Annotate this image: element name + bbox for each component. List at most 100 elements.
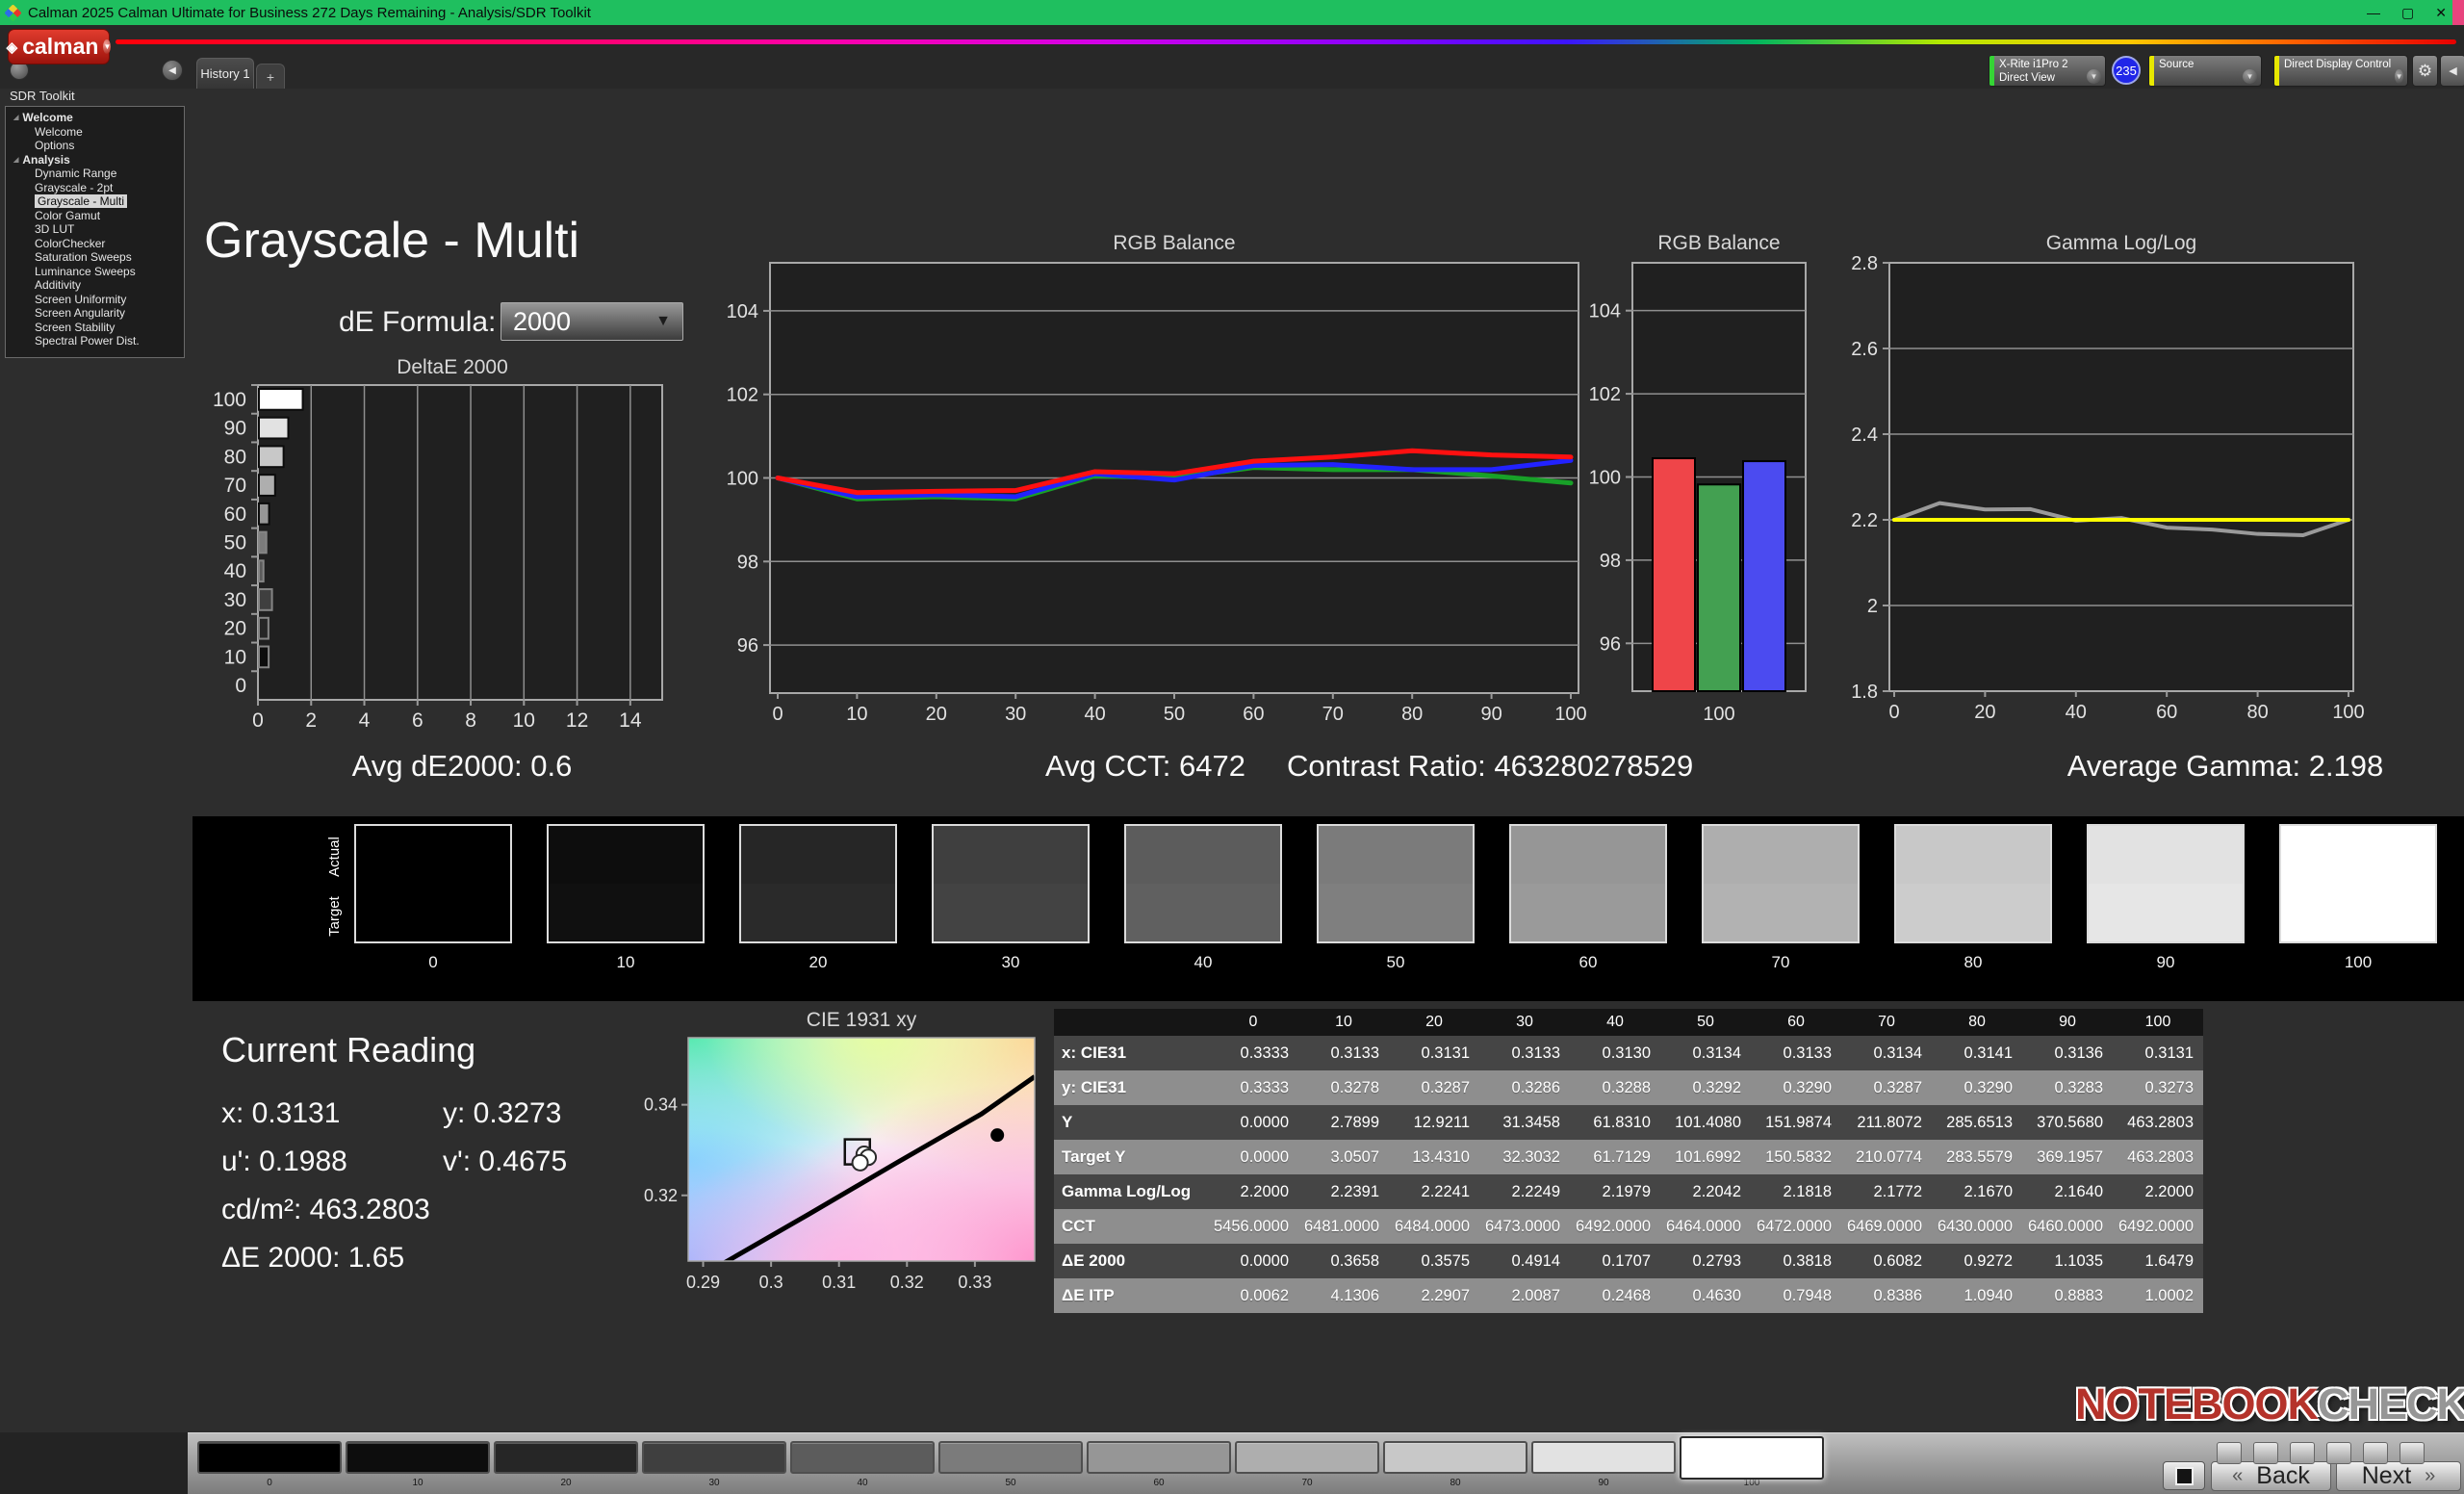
- pattern-button-40[interactable]: [790, 1441, 935, 1474]
- table-col-header: 10: [1298, 1009, 1389, 1036]
- sidebar-item-saturation-sweeps[interactable]: Saturation Sweeps: [6, 250, 184, 265]
- svg-text:2: 2: [1867, 596, 1878, 617]
- patch-target: [1704, 884, 1858, 941]
- pattern-button-60[interactable]: [1087, 1441, 1231, 1474]
- pattern-button-80[interactable]: [1383, 1441, 1527, 1474]
- tab-history-1[interactable]: History 1: [196, 58, 254, 89]
- svg-text:DeltaE 2000: DeltaE 2000: [397, 356, 508, 378]
- sidebar-item-label: Color Gamut: [35, 209, 100, 222]
- table-cell: 0.3658: [1298, 1244, 1389, 1278]
- sidebar-item-additivity[interactable]: Additivity: [6, 278, 184, 293]
- svg-text:6: 6: [412, 709, 424, 732]
- table-row-label: Target Y: [1054, 1140, 1208, 1174]
- table-cell: 3.0507: [1298, 1140, 1389, 1174]
- sidebar-item-welcome[interactable]: ◢Welcome: [6, 111, 184, 125]
- gear-icon[interactable]: ⚙: [2412, 55, 2438, 87]
- pattern-button-50[interactable]: [938, 1441, 1083, 1474]
- table-cell: 2.7899: [1298, 1105, 1389, 1140]
- svg-text:0.29: 0.29: [686, 1273, 720, 1292]
- table-cell: 6430.0000: [1932, 1209, 2022, 1244]
- minimize-button[interactable]: —: [2367, 5, 2380, 20]
- calman-menu-button[interactable]: ◈ calman ▼: [8, 29, 110, 64]
- table-cell: 61.7129: [1570, 1140, 1660, 1174]
- chevron-down-icon: ▼: [655, 313, 671, 330]
- patch-actual: [934, 826, 1088, 884]
- window-title: Calman 2025 Calman Ultimate for Business…: [28, 5, 2367, 21]
- sidebar-item-screen-angularity[interactable]: Screen Angularity: [6, 306, 184, 321]
- sidebar-item-grayscale-multi[interactable]: Grayscale - Multi: [6, 194, 184, 209]
- svg-text:0: 0: [1888, 702, 1899, 723]
- back-label: Back: [2256, 1462, 2310, 1490]
- table-header-row: 0102030405060708090100: [1054, 1009, 2203, 1036]
- pattern-button-label: 80: [1383, 1478, 1527, 1488]
- sidebar-item-dynamic-range[interactable]: Dynamic Range: [6, 167, 184, 181]
- source-dropdown[interactable]: Source ▼: [2148, 55, 2262, 87]
- table-cell: 2.1670: [1932, 1174, 2022, 1209]
- meter-count-badge[interactable]: 235: [2112, 56, 2141, 85]
- sidebar-item-luminance-sweeps[interactable]: Luminance Sweeps: [6, 265, 184, 279]
- table-cell: 0.3131: [2113, 1036, 2203, 1070]
- de-formula-select[interactable]: 2000 ▼: [500, 302, 683, 341]
- svg-text:2.2: 2.2: [1851, 510, 1878, 531]
- stop-icon: [2175, 1467, 2194, 1485]
- back-button[interactable]: « Back: [2211, 1461, 2331, 1491]
- sidebar-item-screen-uniformity[interactable]: Screen Uniformity: [6, 293, 184, 307]
- gray-patch-50: 50: [1317, 824, 1475, 972]
- pattern-button-label: 30: [642, 1478, 786, 1488]
- sidebar-collapse-button[interactable]: ◀: [162, 60, 183, 81]
- sidebar-item-label: Welcome: [35, 125, 83, 139]
- patch-target: [741, 884, 895, 941]
- sidebar-item-label: Additivity: [35, 278, 81, 292]
- patch-level-label: 90: [2087, 953, 2245, 972]
- svg-text:RGB Balance: RGB Balance: [1657, 232, 1780, 254]
- patch-level-label: 50: [1317, 953, 1475, 972]
- pattern-button-30[interactable]: [642, 1441, 786, 1474]
- next-button[interactable]: Next »: [2336, 1461, 2461, 1491]
- sidebar-item-color-gamut[interactable]: Color Gamut: [6, 209, 184, 223]
- sidebar-item-3d-lut[interactable]: 3D LUT: [6, 222, 184, 237]
- pattern-button-90[interactable]: [1531, 1441, 1676, 1474]
- sidebar-item-label: Dynamic Range: [35, 167, 116, 180]
- pattern-button-70[interactable]: [1235, 1441, 1379, 1474]
- maximize-button[interactable]: ▢: [2401, 5, 2414, 21]
- meter-dropdown[interactable]: X-Rite i1Pro 2 Direct View ▼: [1989, 55, 2106, 87]
- gray-patch-0: 0: [354, 824, 512, 972]
- sidebar-item-screen-stability[interactable]: Screen Stability: [6, 321, 184, 335]
- pattern-button-label: 70: [1235, 1478, 1379, 1488]
- tree-expand-icon[interactable]: ◢: [13, 156, 18, 164]
- collapse-panel-button[interactable]: ◀: [2440, 55, 2464, 87]
- table-row: CCT5456.00006481.00006484.00006473.00006…: [1054, 1209, 2203, 1244]
- sidebar-item-options[interactable]: Options: [6, 139, 184, 153]
- stop-button[interactable]: [2163, 1461, 2205, 1490]
- current-reading-panel: Current Reading x: 0.3131y: 0.3273 u': 0…: [221, 1030, 567, 1290]
- tree-expand-icon[interactable]: ◢: [13, 114, 18, 121]
- de-formula-label: dE Formula:: [339, 306, 496, 339]
- svg-text:20: 20: [1974, 702, 1995, 723]
- calman-logo-text: calman: [22, 34, 98, 60]
- table-cell: 0.3133: [1479, 1036, 1570, 1070]
- table-cell: 6492.0000: [2113, 1209, 2203, 1244]
- table-cell: 2.2249: [1479, 1174, 1570, 1209]
- sidebar-item-spectral-power-dist-[interactable]: Spectral Power Dist.: [6, 334, 184, 348]
- sidebar-item-grayscale-2pt[interactable]: Grayscale - 2pt: [6, 181, 184, 195]
- table-row: ΔE ITP0.00624.13062.29072.00870.24680.46…: [1054, 1278, 2203, 1313]
- pattern-button-20[interactable]: [494, 1441, 638, 1474]
- sidebar-item-label: ColorChecker: [35, 237, 105, 250]
- gray-patch-20: 20: [739, 824, 897, 972]
- pattern-button-0[interactable]: [197, 1441, 342, 1474]
- patch-actual: [1319, 826, 1473, 884]
- svg-text:80: 80: [2246, 702, 2268, 723]
- table-row: Target Y0.00003.050713.431032.303261.712…: [1054, 1140, 2203, 1174]
- display-control-dropdown[interactable]: Direct Display Control ▼: [2273, 55, 2408, 87]
- sidebar-item-analysis[interactable]: ◢Analysis: [6, 153, 184, 167]
- pattern-button-100[interactable]: [1680, 1436, 1824, 1480]
- sidebar-item-colorchecker[interactable]: ColorChecker: [6, 237, 184, 251]
- add-tab-button[interactable]: +: [256, 64, 285, 89]
- close-button[interactable]: ✕: [2435, 5, 2447, 21]
- table-cell: 1.1035: [2022, 1244, 2113, 1278]
- table-cell: 2.1818: [1751, 1174, 1841, 1209]
- table-col-header: 30: [1479, 1009, 1570, 1036]
- sidebar-item-welcome[interactable]: Welcome: [6, 125, 184, 140]
- gray-patch-80: 80: [1894, 824, 2052, 972]
- pattern-button-10[interactable]: [346, 1441, 490, 1474]
